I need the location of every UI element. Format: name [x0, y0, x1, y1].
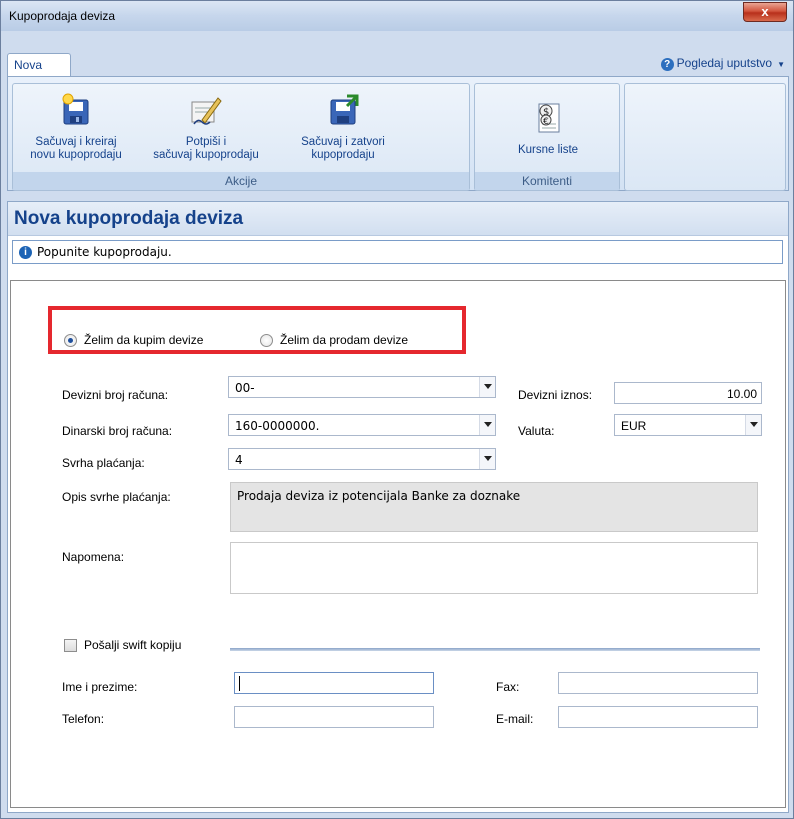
- swift-checkbox-label: Pošalji swift kopiju: [84, 638, 182, 652]
- info-text: Popunite kupoprodaju.: [37, 245, 172, 259]
- svg-text:€: €: [543, 117, 549, 127]
- window-title: Kupoprodaja deviza: [9, 9, 116, 23]
- devizni-racun-value: 00-: [235, 381, 255, 395]
- iznos-field[interactable]: 10.00: [614, 382, 762, 404]
- dinarski-racun-label: Dinarski broj računa:: [62, 424, 173, 438]
- iznos-label: Devizni iznos:: [518, 388, 593, 402]
- telefon-field[interactable]: [234, 706, 434, 728]
- exchange-rate-icon: $ €: [530, 100, 566, 136]
- page-title: Nova kupoprodaja deviza: [14, 208, 244, 229]
- help-link[interactable]: ? Pogledaj uputstvo ▼: [660, 56, 785, 71]
- sign-icon: [188, 92, 224, 128]
- title-bar: Kupoprodaja deviza x: [1, 1, 793, 31]
- divider: [230, 648, 760, 651]
- opis-value: Prodaja deviza iz potencijala Banke za d…: [237, 489, 521, 503]
- napomena-label: Napomena:: [62, 550, 125, 564]
- chevron-down-icon[interactable]: [479, 415, 495, 435]
- content-area: Nova kupoprodaja deviza i Popunite kupop…: [7, 201, 789, 813]
- sign-label-2: sačuvaj kupoprodaju: [153, 149, 259, 161]
- ime-field[interactable]: [234, 672, 434, 694]
- page-header: Nova kupoprodaja deviza: [8, 202, 788, 236]
- svrha-label: Svrha plaćanja:: [62, 456, 145, 470]
- chevron-down-icon[interactable]: [479, 449, 495, 469]
- napomena-field[interactable]: [230, 542, 758, 594]
- help-label: Pogledaj uputstvo: [676, 56, 773, 70]
- save-new-button[interactable]: Sačuvaj i kreiraj novu kupoprodaju: [17, 92, 135, 162]
- radio-buy[interactable]: [64, 334, 77, 347]
- group-akcije: Sačuvaj i kreiraj novu kupoprodaju Potpi…: [12, 83, 470, 191]
- group-komitenti: $ € Kursne liste Komitenti: [474, 83, 620, 191]
- exchange-rates-button[interactable]: $ € Kursne liste: [489, 100, 607, 157]
- fax-field[interactable]: [558, 672, 758, 694]
- email-label: E-mail:: [496, 712, 534, 726]
- info-icon: i: [19, 246, 32, 259]
- ribbon: Sačuvaj i kreiraj novu kupoprodaju Potpi…: [7, 76, 789, 191]
- iznos-value: 10.00: [726, 387, 757, 401]
- save-new-icon: [58, 92, 94, 128]
- radio-sell-label: Želim da prodam devize: [280, 333, 409, 347]
- sign-label-1: Potpiši i: [185, 136, 227, 148]
- save-close-label-1: Sačuvaj i zatvori: [301, 136, 385, 148]
- fax-label: Fax:: [496, 680, 520, 694]
- chevron-down-icon: ▼: [777, 60, 785, 69]
- sign-save-button[interactable]: Potpiši i sačuvaj kupoprodaju: [141, 92, 271, 162]
- radio-sell[interactable]: [260, 334, 273, 347]
- info-bar: i Popunite kupoprodaju.: [12, 240, 783, 264]
- email-field[interactable]: [558, 706, 758, 728]
- close-button[interactable]: x: [743, 2, 787, 22]
- telefon-label: Telefon:: [62, 712, 105, 726]
- opis-field: Prodaja deviza iz potencijala Banke za d…: [230, 482, 758, 532]
- valuta-select[interactable]: EUR: [614, 414, 762, 436]
- dinarski-racun-value: 160-0000000.: [235, 419, 320, 433]
- exchange-rates-label: Kursne liste: [517, 144, 579, 156]
- save-close-button[interactable]: Sačuvaj i zatvori kupoprodaju: [283, 92, 403, 162]
- devizni-racun-label: Devizni broj računa:: [62, 388, 169, 402]
- dinarski-racun-select[interactable]: 160-0000000.: [228, 414, 496, 436]
- svrha-value: 4: [235, 453, 243, 467]
- opis-label: Opis svrhe plaćanja:: [62, 490, 171, 504]
- chevron-down-icon[interactable]: [745, 415, 761, 435]
- group-label-akcije: Akcije: [13, 172, 469, 190]
- ribbon-tabs: Nova ? Pogledaj uputstvo ▼: [7, 53, 789, 77]
- radio-buy-label: Želim da kupim devize: [84, 333, 204, 347]
- save-close-icon: [325, 92, 361, 128]
- valuta-label: Valuta:: [518, 424, 555, 438]
- save-close-label-2: kupoprodaju: [311, 149, 375, 161]
- ime-label: Ime i prezime:: [62, 680, 138, 694]
- save-new-label-1: Sačuvaj i kreiraj: [35, 136, 117, 148]
- help-icon: ?: [660, 58, 674, 71]
- group-label-komitenti: Komitenti: [475, 172, 619, 190]
- tab-nova[interactable]: Nova: [7, 53, 71, 77]
- text-caret: [239, 676, 240, 691]
- window: Kupoprodaja deviza x Nova ? Pogledaj uput…: [0, 0, 794, 819]
- svrha-select[interactable]: 4: [228, 448, 496, 470]
- valuta-value: EUR: [621, 419, 647, 433]
- group-empty: [624, 83, 786, 191]
- devizni-racun-select[interactable]: 00-: [228, 376, 496, 398]
- chevron-down-icon[interactable]: [479, 377, 495, 397]
- save-new-label-2: novu kupoprodaju: [30, 149, 122, 161]
- swift-checkbox[interactable]: [64, 639, 77, 652]
